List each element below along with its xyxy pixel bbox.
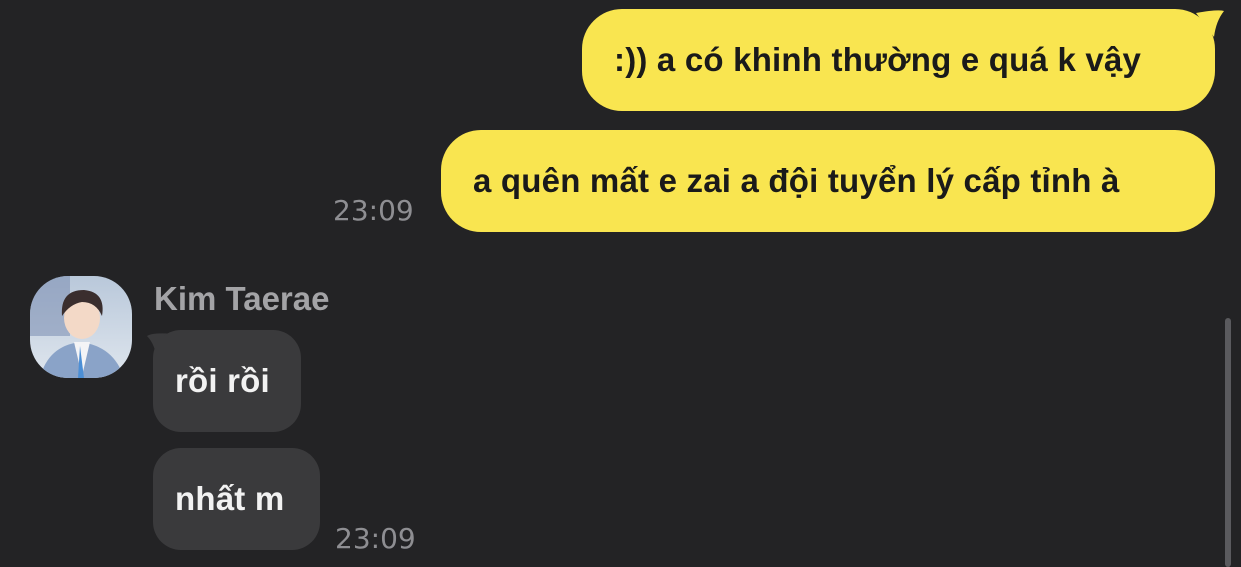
outgoing-message-text: :)) a có khinh thường e quá k vậy — [614, 41, 1142, 78]
outgoing-message-text: a quên mất e zai a đội tuyển lý cấp tỉnh… — [473, 162, 1120, 199]
incoming-message-text: rồi rồi — [175, 362, 270, 399]
incoming-message-bubble[interactable]: nhất m — [153, 448, 320, 550]
chat-view: :)) a có khinh thường e quá k vậy a quên… — [0, 0, 1241, 567]
avatar-image — [30, 276, 132, 378]
bubble-tail-icon — [1196, 10, 1224, 38]
contact-name: Kim Taerae — [154, 280, 330, 317]
scrollbar[interactable] — [1225, 318, 1231, 567]
outgoing-message-bubble[interactable]: a quên mất e zai a đội tuyển lý cấp tỉnh… — [441, 130, 1215, 232]
contact-avatar[interactable] — [30, 276, 132, 378]
incoming-message-text: nhất m — [175, 480, 285, 517]
message-timestamp: 23:09 — [333, 194, 414, 227]
outgoing-message-bubble[interactable]: :)) a có khinh thường e quá k vậy — [582, 9, 1215, 111]
message-timestamp: 23:09 — [335, 522, 416, 555]
incoming-message-bubble[interactable]: rồi rồi — [153, 330, 301, 432]
